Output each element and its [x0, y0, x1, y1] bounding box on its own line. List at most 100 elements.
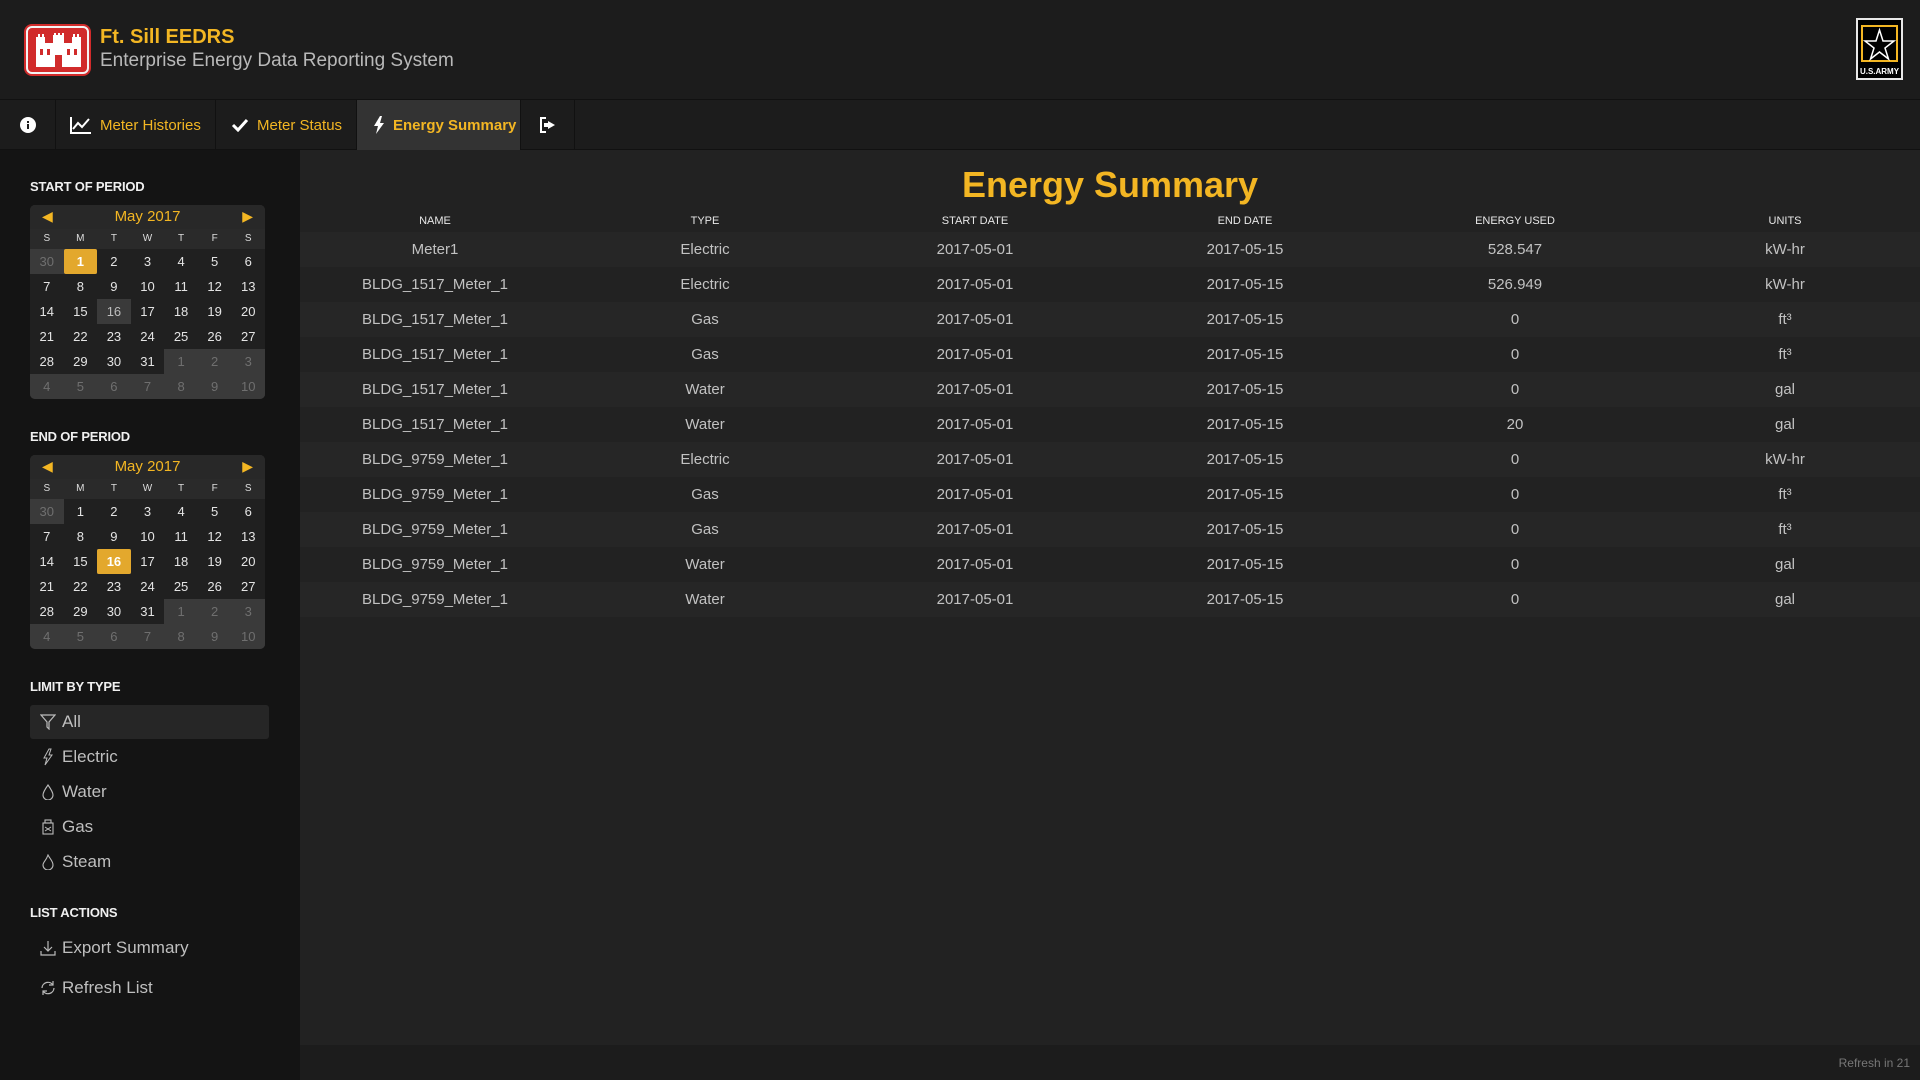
calendar-day[interactable]: 27: [231, 324, 265, 349]
calendar-day[interactable]: 22: [63, 324, 98, 349]
table-row[interactable]: BLDG_9759_Meter_1 Gas 2017-05-01 2017-05-15…: [300, 477, 1920, 512]
calendar-day[interactable]: 1: [63, 499, 98, 524]
calendar-day[interactable]: 23: [97, 324, 131, 349]
calendar-day[interactable]: 26: [197, 574, 232, 599]
calendar-day[interactable]: 17: [130, 549, 165, 574]
calendar-day[interactable]: 20: [231, 299, 265, 324]
filter-gas[interactable]: Gas: [30, 810, 269, 844]
column-header-end-date[interactable]: END DATE: [1110, 210, 1380, 232]
calendar-day[interactable]: 7: [30, 524, 64, 549]
calendar-day[interactable]: 1: [164, 349, 198, 374]
next-month-icon[interactable]: ▶: [242, 208, 253, 225]
export-summary-button[interactable]: Export Summary: [30, 931, 269, 965]
calendar-day[interactable]: 7: [130, 374, 165, 399]
start-calendar[interactable]: ◀ May 2017 ▶ SMTWTFS 30 1 2 3 4 5 6 7 8 9 10 11 12 13…: [30, 205, 265, 399]
refresh-list-button[interactable]: Refresh List: [30, 971, 269, 1005]
calendar-day[interactable]: 9: [197, 624, 232, 649]
nav-meter-status[interactable]: Meter Status: [216, 100, 357, 150]
calendar-day[interactable]: 2: [97, 249, 131, 274]
calendar-day[interactable]: 30: [30, 499, 64, 524]
calendar-day[interactable]: 29: [63, 349, 98, 374]
calendar-day[interactable]: 18: [164, 549, 198, 574]
calendar-day[interactable]: 4: [30, 374, 64, 399]
calendar-day[interactable]: 5: [63, 624, 98, 649]
filter-all[interactable]: All: [30, 705, 269, 739]
calendar-day[interactable]: 17: [130, 299, 165, 324]
calendar-day[interactable]: 3: [130, 249, 165, 274]
calendar-day[interactable]: 3: [231, 599, 265, 624]
calendar-day[interactable]: 3: [231, 349, 265, 374]
end-calendar[interactable]: ◀ May 2017 ▶ SMTWTFS 30 1 2 3 4 5 6 7 8 9 10 11 12 13…: [30, 455, 265, 649]
table-row[interactable]: BLDG_1517_Meter_1 Gas 2017-05-01 2017-05-15…: [300, 337, 1920, 372]
nav-energy-summary[interactable]: Energy Summary: [357, 100, 521, 150]
calendar-day[interactable]: 16: [97, 299, 131, 324]
calendar-day[interactable]: 11: [164, 524, 198, 549]
calendar-day[interactable]: 5: [197, 249, 232, 274]
table-row[interactable]: BLDG_9759_Meter_1 Electric 2017-05-01 2017-…: [300, 442, 1920, 477]
calendar-day[interactable]: 12: [197, 524, 232, 549]
filter-electric[interactable]: Electric: [30, 740, 269, 774]
calendar-day[interactable]: 11: [164, 274, 198, 299]
calendar-day[interactable]: 21: [30, 324, 64, 349]
next-month-icon[interactable]: ▶: [242, 458, 253, 475]
calendar-day[interactable]: 10: [130, 274, 165, 299]
calendar-day[interactable]: 23: [97, 574, 131, 599]
logout-button[interactable]: [521, 100, 575, 150]
calendar-day[interactable]: 15: [63, 299, 98, 324]
calendar-day[interactable]: 30: [97, 599, 131, 624]
calendar-day[interactable]: 27: [231, 574, 265, 599]
table-row[interactable]: BLDG_1517_Meter_1 Water 2017-05-01 2017-05-…: [300, 372, 1920, 407]
calendar-day[interactable]: 14: [30, 299, 64, 324]
calendar-day[interactable]: 18: [164, 299, 198, 324]
calendar-day[interactable]: 2: [197, 349, 232, 374]
calendar-day[interactable]: 31: [130, 599, 165, 624]
column-header-energy-used[interactable]: ENERGY USED: [1380, 210, 1650, 232]
table-row[interactable]: BLDG_9759_Meter_1 Water 2017-05-01 2017-05-…: [300, 547, 1920, 582]
column-header-start-date[interactable]: START DATE: [840, 210, 1110, 232]
calendar-day[interactable]: 2: [197, 599, 232, 624]
calendar-day[interactable]: 2: [97, 499, 131, 524]
calendar-day[interactable]: 13: [231, 274, 265, 299]
filter-steam[interactable]: Steam: [30, 845, 269, 879]
calendar-day[interactable]: 5: [197, 499, 232, 524]
calendar-day[interactable]: 6: [231, 499, 265, 524]
calendar-day[interactable]: 19: [197, 299, 232, 324]
calendar-day[interactable]: 7: [30, 274, 64, 299]
calendar-day[interactable]: 10: [231, 374, 265, 399]
calendar-day[interactable]: 31: [130, 349, 165, 374]
nav-meter-histories[interactable]: Meter Histories: [56, 100, 216, 150]
calendar-day[interactable]: 9: [197, 374, 232, 399]
calendar-day[interactable]: 9: [97, 524, 131, 549]
table-row[interactable]: BLDG_9759_Meter_1 Gas 2017-05-01 2017-05-15…: [300, 512, 1920, 547]
calendar-day[interactable]: 26: [197, 324, 232, 349]
calendar-day[interactable]: 29: [63, 599, 98, 624]
column-header-type[interactable]: TYPE: [570, 210, 840, 232]
calendar-day[interactable]: 16: [97, 549, 131, 574]
calendar-day[interactable]: 6: [97, 374, 131, 399]
calendar-day[interactable]: 30: [97, 349, 131, 374]
filter-water[interactable]: Water: [30, 775, 269, 809]
calendar-day[interactable]: 6: [97, 624, 131, 649]
calendar-day[interactable]: 24: [130, 324, 165, 349]
calendar-day[interactable]: 1: [63, 249, 98, 274]
calendar-day[interactable]: 28: [30, 349, 64, 374]
calendar-day[interactable]: 28: [30, 599, 64, 624]
calendar-day[interactable]: 13: [231, 524, 265, 549]
calendar-day[interactable]: 4: [30, 624, 64, 649]
table-row[interactable]: BLDG_1517_Meter_1 Gas 2017-05-01 2017-05-15…: [300, 302, 1920, 337]
calendar-day[interactable]: 6: [231, 249, 265, 274]
info-button[interactable]: [0, 100, 56, 150]
calendar-day[interactable]: 4: [164, 249, 198, 274]
calendar-day[interactable]: 12: [197, 274, 232, 299]
calendar-day[interactable]: 20: [231, 549, 265, 574]
calendar-day[interactable]: 24: [130, 574, 165, 599]
table-row[interactable]: BLDG_1517_Meter_1 Water 2017-05-01 2017-05-…: [300, 407, 1920, 442]
calendar-day[interactable]: 8: [164, 624, 198, 649]
calendar-day[interactable]: 7: [130, 624, 165, 649]
calendar-day[interactable]: 21: [30, 574, 64, 599]
calendar-day[interactable]: 10: [231, 624, 265, 649]
table-row[interactable]: BLDG_1517_Meter_1 Electric 2017-05-01 2017-…: [300, 267, 1920, 302]
column-header-units[interactable]: UNITS: [1650, 210, 1920, 232]
column-header-name[interactable]: NAME: [300, 210, 570, 232]
calendar-day[interactable]: 14: [30, 549, 64, 574]
